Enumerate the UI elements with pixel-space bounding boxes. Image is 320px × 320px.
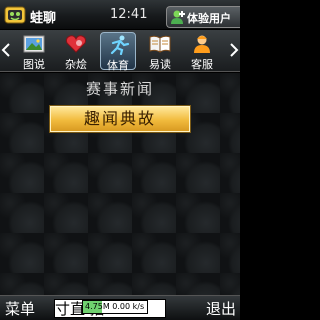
user-add-icon (171, 10, 185, 24)
clock: 12:41 (110, 7, 148, 22)
content-area: 赛事新闻 趣闻典故 (0, 73, 240, 295)
tab-label: 体育 (107, 59, 129, 72)
user-account-label: 体验用户 (187, 12, 231, 25)
picture-icon (23, 35, 45, 53)
frog-logo-icon (4, 6, 26, 24)
tab-label: 客服 (191, 58, 213, 71)
app-name: 蛙聊 (30, 11, 57, 26)
tab-tiyu[interactable]: 体育 (100, 32, 136, 72)
tab-kefu[interactable]: 客服 (184, 32, 220, 71)
heart-icon (65, 35, 87, 53)
tab-tushuo[interactable]: 图说 (16, 32, 52, 71)
network-meter-text: 4.75M 0.00 k/s (85, 302, 145, 311)
category-tabbar: 图说 杂烩 体育 易读 客服 (0, 30, 240, 72)
sports-runner-icon (110, 35, 130, 55)
status-bar: 蛙聊 12:41 体验用户 (0, 0, 240, 30)
exit-softkey[interactable]: 退出 (206, 298, 236, 319)
tab-label: 图说 (23, 58, 45, 71)
user-account-button[interactable]: 体验用户 (166, 6, 240, 28)
customer-service-icon (194, 35, 210, 53)
section-title: 赛事新闻 (85, 80, 154, 98)
network-meter: 4.75M 0.00 k/s (82, 300, 148, 314)
menu-softkey[interactable]: 菜单 (5, 298, 35, 319)
book-icon (149, 35, 171, 53)
scroll-left-arrow-icon[interactable] (0, 43, 12, 57)
scroll-right-arrow-icon[interactable] (228, 43, 240, 57)
tab-zahui[interactable]: 杂烩 (58, 32, 94, 71)
tab-yidu[interactable]: 易读 (142, 32, 178, 71)
featured-item-button[interactable]: 趣闻典故 (49, 105, 191, 133)
tab-label: 杂烩 (65, 58, 87, 71)
tab-label: 易读 (149, 58, 171, 71)
